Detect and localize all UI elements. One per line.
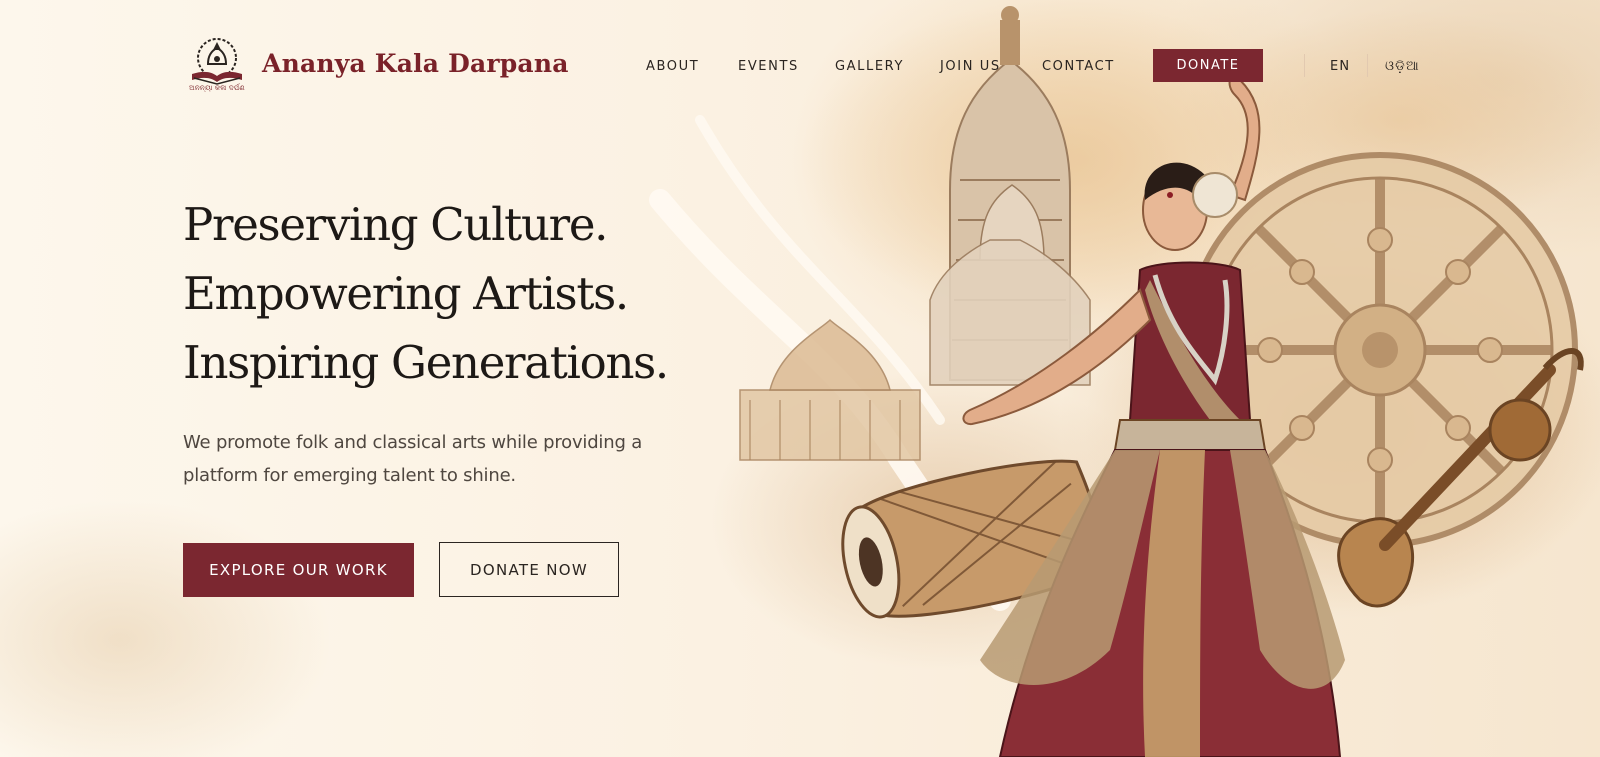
nav-contact[interactable]: CONTACT — [1042, 59, 1115, 74]
site-header: ଅନନ୍ୟା କଳା ଦର୍ପଣ Ananya Kala Darpana ABO… — [0, 0, 1600, 120]
hero-title-line-3: Inspiring Generations. — [183, 336, 669, 389]
language-odia[interactable]: ଓଡ଼ିଆ — [1385, 59, 1420, 74]
hero-description: We promote folk and classical arts while… — [183, 432, 643, 486]
donate-now-button[interactable]: DONATE NOW — [439, 542, 619, 597]
nav-events[interactable]: EVENTS — [738, 59, 799, 74]
logo-caption: ଅନନ୍ୟା କଳା ଦର୍ପଣ — [189, 84, 245, 92]
nav-join-us[interactable]: JOIN US — [940, 59, 1001, 74]
explore-our-work-button[interactable]: EXPLORE OUR WORK — [183, 543, 414, 597]
donate-button[interactable]: DONATE — [1153, 49, 1263, 82]
hero-title-line-2: Empowering Artists. — [183, 267, 629, 320]
hero-title: Preserving Culture. Empowering Artists. … — [183, 190, 669, 397]
language-en[interactable]: EN — [1330, 59, 1350, 74]
hero-title-line-1: Preserving Culture. — [183, 198, 608, 251]
nav-about[interactable]: ABOUT — [646, 59, 699, 74]
nav-gallery[interactable]: GALLERY — [835, 59, 904, 74]
brand-name[interactable]: Ananya Kala Darpana — [262, 49, 569, 78]
language-divider — [1367, 54, 1368, 77]
nav-divider — [1304, 54, 1305, 77]
